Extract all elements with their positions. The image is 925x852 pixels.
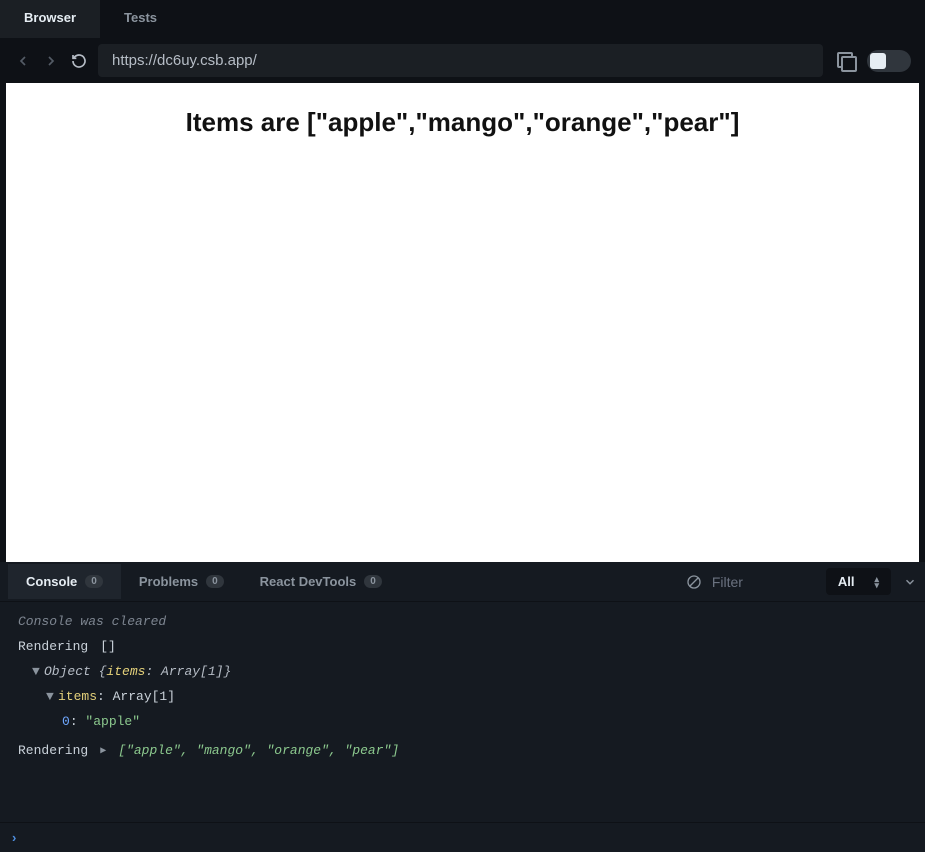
panel-tab-react[interactable]: React DevTools 0	[242, 564, 400, 599]
devtools-panel: Console 0 Problems 0 React DevTools 0 Al…	[0, 562, 925, 852]
panel-tab-console-label: Console	[26, 574, 77, 589]
console-log-object[interactable]: ▼Object {items: Array[1]}	[32, 664, 907, 679]
panel-tab-react-label: React DevTools	[260, 574, 357, 589]
url-input[interactable]: https://dc6uy.csb.app/	[98, 44, 823, 77]
render2-array: ["apple", "mango", "orange", "pear"]	[118, 743, 399, 758]
obj-text: Object {	[44, 664, 106, 679]
console-cleared-msg: Console was cleared	[18, 614, 907, 629]
tab-tests[interactable]: Tests	[100, 0, 181, 38]
console-body: Console was cleared Rendering [] ▼Object…	[0, 602, 925, 822]
panel-tab-console[interactable]: Console 0	[8, 564, 121, 599]
problems-badge: 0	[206, 575, 224, 588]
render2-label: Rendering	[18, 743, 88, 758]
select-arrows-icon: ▴▾	[874, 576, 879, 588]
items-val: : Array[1]	[97, 689, 175, 704]
arr-item-2: "orange"	[267, 743, 329, 758]
arr-item-3: "pear"	[345, 743, 392, 758]
filter-select[interactable]: All ▴▾	[826, 568, 891, 595]
console-object-items[interactable]: ▼items: Array[1]	[46, 689, 907, 704]
console-log-render1: Rendering []	[18, 639, 907, 654]
filter-input[interactable]	[712, 574, 812, 590]
toggle-switch[interactable]	[867, 50, 911, 72]
render1-label: Rendering	[18, 639, 88, 654]
tab-browser[interactable]: Browser	[0, 0, 100, 38]
console-prompt[interactable]: ›	[0, 822, 925, 852]
back-icon[interactable]	[14, 52, 32, 70]
idx0-val: "apple"	[85, 714, 140, 729]
triangle-right-icon: ▶	[100, 745, 106, 757]
arr-open: [	[118, 743, 126, 758]
console-log-render2[interactable]: Rendering ▶ ["apple", "mango", "orange",…	[18, 743, 907, 758]
forward-icon[interactable]	[42, 52, 60, 70]
arr-item-1: "mango"	[196, 743, 251, 758]
panel-tabs: Console 0 Problems 0 React DevTools 0 Al…	[0, 562, 925, 602]
arr-close: ]	[391, 743, 399, 758]
console-badge: 0	[85, 575, 103, 588]
preview-pane: Items are ["apple","mango","orange","pea…	[6, 83, 919, 562]
url-toolbar: https://dc6uy.csb.app/	[0, 38, 925, 83]
prompt-chevron-icon: ›	[12, 830, 16, 845]
panel-tab-problems[interactable]: Problems 0	[121, 564, 242, 599]
toolbar-right	[833, 50, 911, 72]
chevron-down-icon[interactable]	[903, 575, 917, 589]
clear-console-icon[interactable]	[686, 574, 702, 590]
triangle-down-icon: ▼	[46, 689, 58, 704]
reload-icon[interactable]	[70, 52, 88, 70]
items-key: items	[58, 689, 97, 704]
panel-tab-problems-label: Problems	[139, 574, 198, 589]
page-heading: Items are ["apple","mango","orange","pea…	[26, 107, 899, 138]
obj-items-val: : Array[1]}	[145, 664, 231, 679]
filter-select-label: All	[838, 574, 855, 589]
react-badge: 0	[364, 575, 382, 588]
arr-item-0: "apple"	[126, 743, 181, 758]
console-array-item-0: 0: "apple"	[62, 714, 907, 729]
top-tabs: Browser Tests	[0, 0, 925, 38]
idx0: 0	[62, 714, 70, 729]
render1-value: []	[100, 639, 116, 654]
triangle-down-icon: ▼	[32, 664, 44, 679]
open-window-icon[interactable]	[837, 52, 855, 70]
obj-items-key: items	[106, 664, 145, 679]
idx0-sep: :	[70, 714, 86, 729]
